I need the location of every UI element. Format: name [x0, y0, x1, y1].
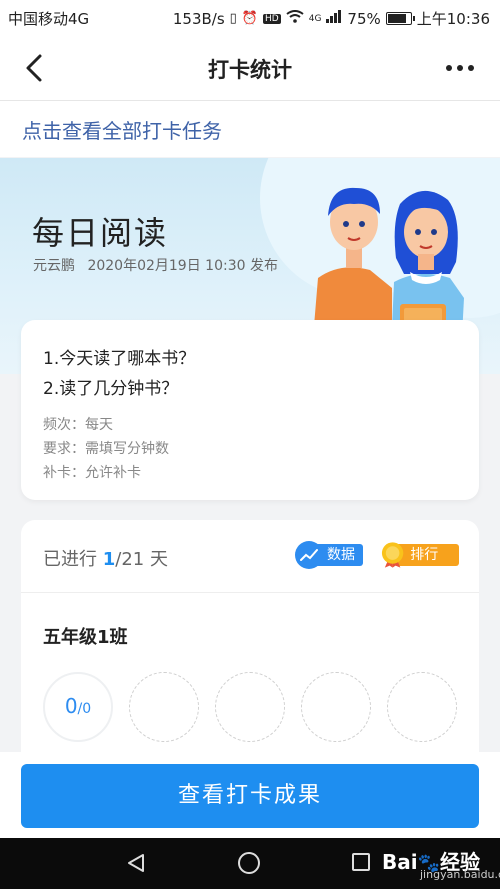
- task-question: 1.今天读了哪本书？: [43, 349, 196, 369]
- watermark-site: jingyan.baidu.com: [420, 868, 500, 881]
- more-dot-icon: [446, 65, 452, 71]
- watermark-brand: Bai: [382, 850, 418, 874]
- alarm-icon: ⏰: [241, 11, 259, 26]
- progress-days: 已进行 1/21 天: [43, 545, 168, 571]
- member-avatar-row: 0/0: [43, 672, 483, 746]
- checkin-done: 0: [64, 694, 78, 718]
- leaderboard-button[interactable]: 排行榜: [379, 540, 459, 585]
- avatar-placeholder: [215, 672, 285, 742]
- nav-bar: 打卡统计: [0, 36, 500, 101]
- progress-total: /21 天: [115, 549, 168, 570]
- system-recents-icon[interactable]: [352, 853, 370, 871]
- task-detail-card: 1.今天读了哪本书？ 2.读了几分钟书？ 频次：每天 要求：需填写分钟数 补卡：…: [21, 320, 479, 500]
- more-dot-icon: [468, 65, 474, 71]
- system-home-icon[interactable]: [238, 852, 260, 874]
- progress-current-day: 1: [102, 549, 116, 570]
- task-meta: 元云鹏 2020年02月19日 10:30 发布: [33, 255, 278, 275]
- battery-icon: [385, 12, 415, 25]
- checkin-count[interactable]: 0/0: [43, 672, 113, 742]
- vibrate-icon: ▯: [229, 11, 237, 26]
- stats-button[interactable]: 数据: [295, 540, 365, 570]
- task-question: 2.读了几分钟书？: [43, 379, 179, 399]
- medal-icon: [381, 542, 404, 568]
- system-nav-bar: Bai🐾经验: [0, 838, 500, 889]
- progress-prefix: 已进行: [43, 549, 103, 570]
- avatar-placeholder: [387, 672, 457, 742]
- page-title: 打卡统计: [208, 58, 292, 82]
- network-speed: 153B/s: [172, 9, 225, 28]
- avatar-placeholder: [301, 672, 371, 742]
- status-icons: 153B/s ▯ ⏰ HD 4G 75% 上午10:36: [173, 8, 490, 29]
- status-bar: 中国移动4G 153B/s ▯ ⏰ HD 4G 75% 上午10:36: [0, 0, 500, 36]
- task-requirement: 要求：需填写分钟数: [43, 441, 169, 457]
- task-title: 每日阅读: [32, 214, 169, 252]
- avatar-placeholder: [129, 672, 199, 742]
- view-results-button[interactable]: 查看打卡成果: [21, 764, 479, 828]
- task-frequency: 频次：每天: [43, 417, 113, 433]
- task-publish-time: 2020年02月19日 10:30 发布: [87, 258, 278, 274]
- checkin-total: /0: [77, 701, 92, 717]
- hd-badge: HD: [263, 13, 281, 24]
- more-button[interactable]: [440, 50, 480, 86]
- class-name: 五年级1班: [43, 627, 128, 648]
- divider: [21, 592, 479, 593]
- network-type: 4G: [308, 13, 322, 24]
- wifi-icon: [286, 10, 304, 27]
- system-back-icon[interactable]: [125, 852, 147, 874]
- task-author: 元云鹏: [33, 258, 75, 274]
- more-dot-icon: [457, 65, 463, 71]
- progress-card: 已进行 1/21 天 数据 排行榜 五年级1班 0/0: [21, 520, 479, 780]
- all-tasks-link[interactable]: 点击查看全部打卡任务: [0, 101, 500, 157]
- chart-icon: [295, 541, 323, 569]
- clock: 上午10:36: [416, 10, 490, 28]
- task-makeup: 补卡：允许补卡: [43, 465, 141, 481]
- battery-percent: 75%: [347, 9, 381, 28]
- signal-icon: [326, 10, 342, 27]
- carrier-label: 中国移动4G: [8, 10, 90, 28]
